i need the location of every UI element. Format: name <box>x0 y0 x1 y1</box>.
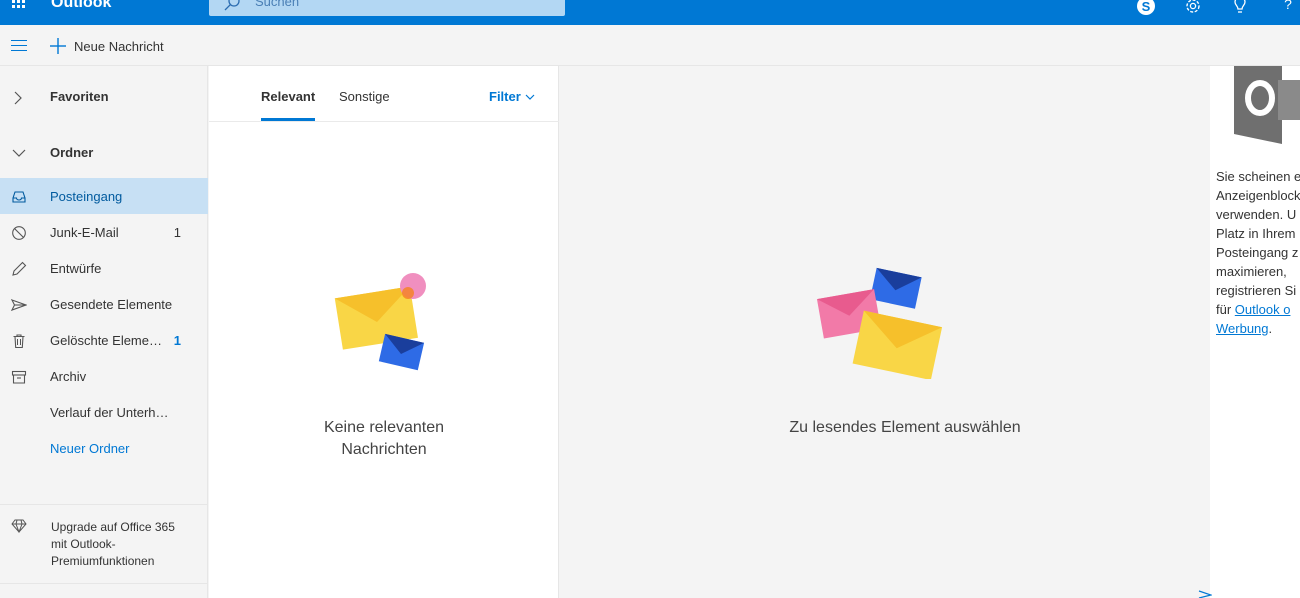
folder-drafts[interactable]: Entwürfe <box>0 250 208 286</box>
new-folder-label: Neuer Ordner <box>50 441 130 456</box>
ad-line: Sie scheinen e <box>1216 169 1300 184</box>
folder-label: Entwürfe <box>50 261 102 276</box>
empty-line-2: Nachrichten <box>341 441 427 458</box>
chevron-down-icon <box>525 94 535 100</box>
gear-icon[interactable] <box>1183 0 1203 16</box>
folders-label: Ordner <box>50 145 94 160</box>
lightbulb-icon[interactable] <box>1231 0 1249 16</box>
folder-label: Gelöschte Eleme… <box>50 333 162 348</box>
ad-line: registrieren Si <box>1216 283 1297 298</box>
new-folder-link[interactable]: Neuer Ordner <box>0 430 208 466</box>
empty-list-message: Keine relevanten Nachrichten <box>284 417 484 461</box>
folder-archive[interactable]: Archiv <box>0 358 208 394</box>
pivot-bar: Relevant Sonstige Filter <box>209 66 559 122</box>
ad-notice-pane: Sie scheinen e Anzeigenblock verwenden. … <box>1210 66 1300 598</box>
ad-line: Anzeigenblock <box>1216 188 1300 203</box>
archive-icon <box>11 370 27 384</box>
upgrade-text: Upgrade auf Office 365 mit Outlook-Premi… <box>51 520 175 568</box>
message-list: Relevant Sonstige Filter Keine relevante… <box>209 66 559 598</box>
empty-line-1: Keine relevanten <box>323 419 445 436</box>
search-placeholder: Suchen <box>255 0 300 9</box>
folder-deleted[interactable]: Gelöschte Eleme… 1 <box>0 322 208 358</box>
ad-line: Posteingang z <box>1216 245 1299 260</box>
unread-count: 1 <box>173 225 181 240</box>
plus-icon <box>50 38 66 54</box>
folder-inbox[interactable]: Posteingang <box>0 178 208 214</box>
inbox-icon <box>12 191 26 203</box>
top-bar: Outlook Suchen S ? <box>0 0 1300 25</box>
ad-suffix: . <box>1268 321 1273 336</box>
folder-label: Verlauf der Unterh… <box>50 405 169 420</box>
folder-junk[interactable]: Junk-E-Mail 1 <box>0 214 208 250</box>
folder-sent[interactable]: Gesendete Elemente <box>0 286 208 322</box>
tab-other[interactable]: Sonstige <box>339 89 390 104</box>
block-icon <box>12 226 26 240</box>
send-icon[interactable] <box>1198 590 1212 598</box>
divider <box>0 583 208 584</box>
new-message-label: Neue Nachricht <box>74 38 164 54</box>
command-bar: Neue Nachricht <box>0 25 1300 66</box>
select-item-illustration <box>816 267 943 379</box>
ad-prefix: für <box>1216 302 1235 317</box>
help-icon[interactable]: ? <box>1280 0 1296 16</box>
folders-header[interactable]: Ordner <box>0 135 208 171</box>
empty-inbox-illustration <box>334 273 426 371</box>
ad-blocker-notice: Sie scheinen e Anzeigenblock verwenden. … <box>1216 167 1300 338</box>
send-icon <box>11 299 27 311</box>
search-input[interactable]: Suchen <box>209 0 565 16</box>
folder-conversation-history[interactable]: Verlauf der Unterh… <box>0 394 208 430</box>
tab-relevant[interactable]: Relevant <box>261 89 315 104</box>
hamburger-menu-icon[interactable] <box>11 40 27 52</box>
ad-free-link[interactable]: Werbung <box>1216 321 1269 336</box>
reading-empty-message: Zu lesendes Element auswählen <box>789 419 1021 436</box>
chevron-right-icon <box>14 91 22 105</box>
chevron-down-icon <box>12 149 26 157</box>
folder-label: Archiv <box>50 369 87 384</box>
pencil-icon <box>12 261 27 276</box>
ad-line: Platz in Ihrem <box>1216 226 1296 241</box>
skype-icon[interactable]: S <box>1136 0 1156 16</box>
folder-pane: Favoriten Ordner Posteingang Junk-E-Mail… <box>0 66 208 598</box>
svg-text:?: ? <box>1284 0 1292 12</box>
favorites-label: Favoriten <box>50 89 109 104</box>
diamond-icon <box>11 519 27 533</box>
ad-line: verwenden. U <box>1216 207 1297 222</box>
outlook-ad-free-link[interactable]: Outlook o <box>1235 302 1291 317</box>
filter-label: Filter <box>489 89 521 104</box>
folder-label: Junk-E-Mail <box>50 225 119 240</box>
ad-line-links: für Outlook o <box>1216 300 1300 319</box>
trash-icon <box>13 334 25 349</box>
ad-line: maximieren, <box>1216 264 1287 279</box>
svg-text:S: S <box>1142 0 1151 14</box>
outlook-logo-icon <box>1234 66 1300 144</box>
app-launcher-icon[interactable] <box>12 0 26 10</box>
new-message-button[interactable]: Neue Nachricht <box>50 36 164 56</box>
unread-count: 1 <box>173 333 181 348</box>
app-title[interactable]: Outlook <box>51 0 111 12</box>
ad-line-links: Werbung. <box>1216 319 1300 338</box>
folder-label: Posteingang <box>50 189 123 204</box>
favorites-header[interactable]: Favoriten <box>0 79 208 115</box>
filter-button[interactable]: Filter <box>489 89 535 104</box>
active-tab-indicator <box>261 118 315 121</box>
search-icon <box>224 0 240 11</box>
folder-label: Gesendete Elemente <box>50 297 173 312</box>
reading-pane: Zu lesendes Element auswählen <box>560 66 1210 598</box>
